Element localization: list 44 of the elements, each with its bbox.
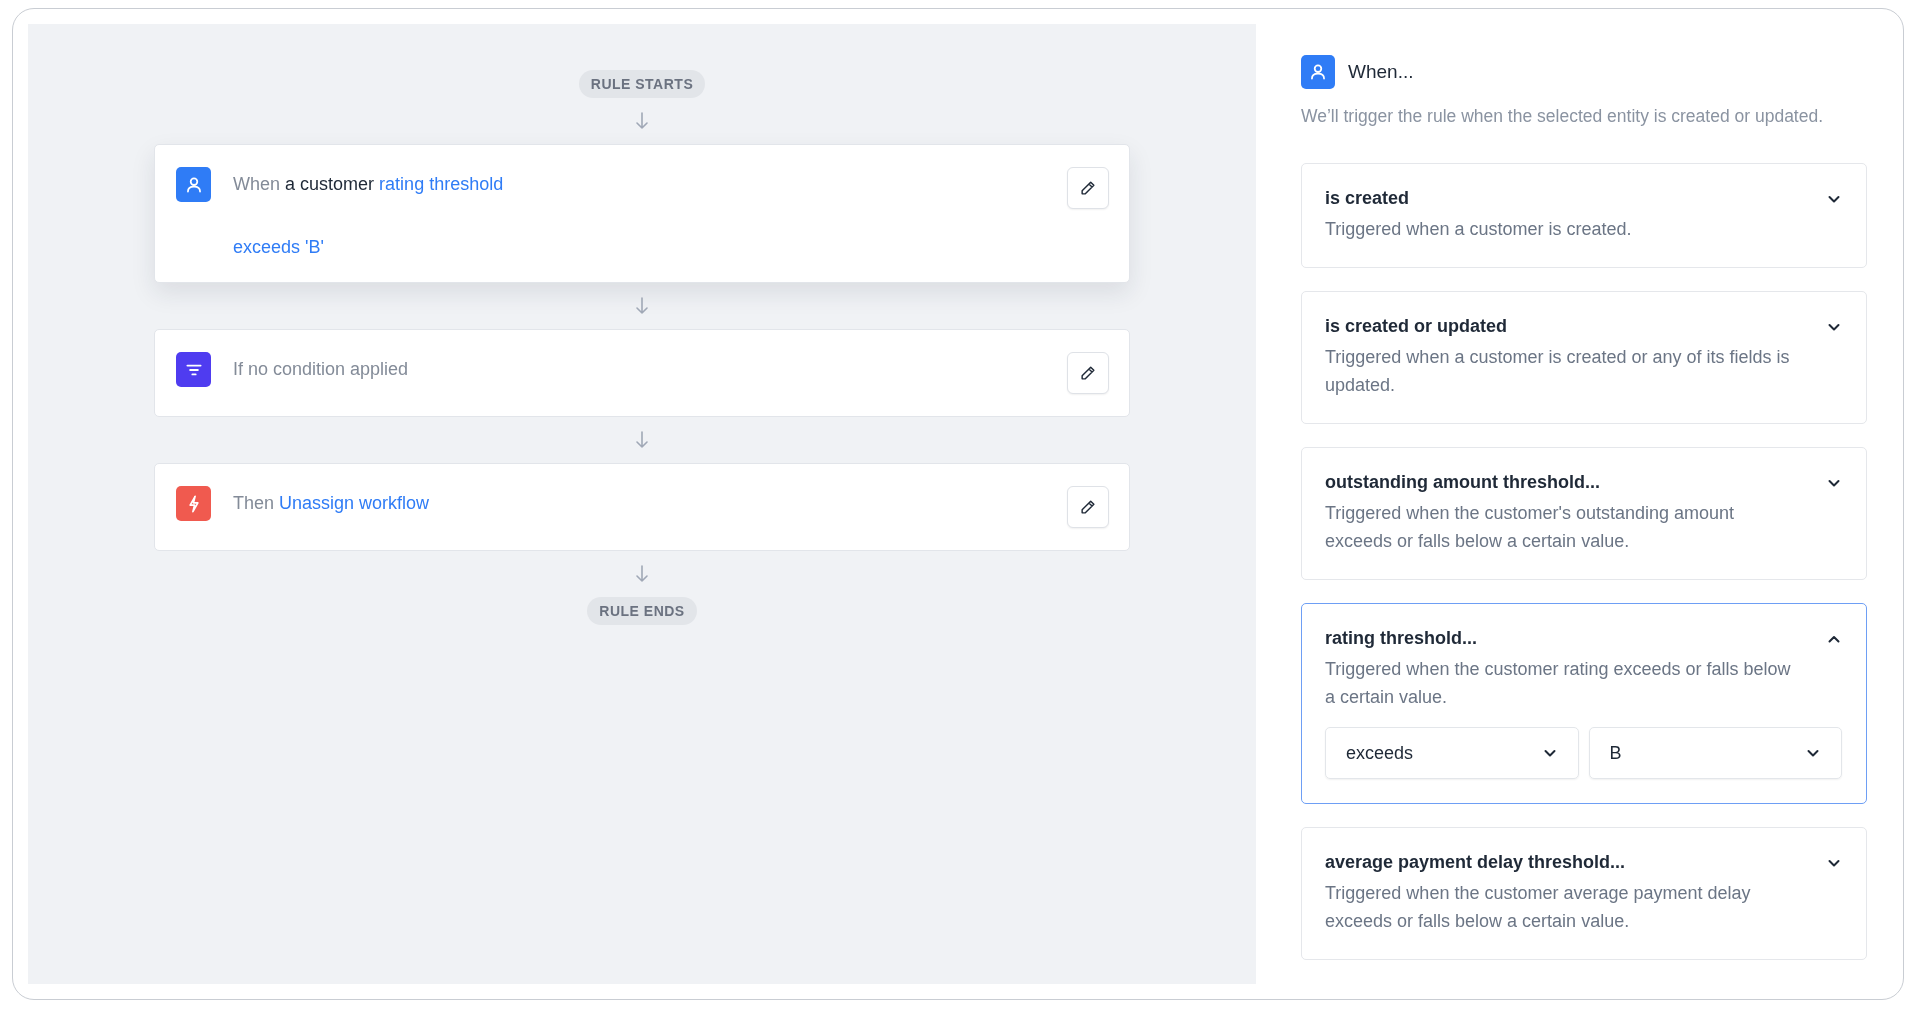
edit-button[interactable] [1067,352,1109,394]
down-arrow-icon [635,431,649,449]
option-title: average payment delay threshold... [1325,852,1626,873]
option-description: Triggered when the customer rating exceeds or falls below a certain value. [1325,658,1792,709]
lightning-icon [176,486,211,521]
pencil-icon [1079,364,1097,382]
step-link[interactable]: Unassign workflow [279,493,430,513]
down-arrow-icon [635,112,649,130]
dropdown-select[interactable]: B [1588,727,1842,779]
panel-subtitle: We’ll trigger the rule when the selected entity is created or updated. [1301,106,1825,127]
pencil-icon [1079,498,1097,516]
step-sentence: If no condition applied [233,359,409,380]
trigger-option-card[interactable]: average payment delay threshold... Triggered when the customer average payment delay exceeds or falls below a certain value. [1301,827,1867,960]
down-arrow-icon [635,297,649,315]
step-link[interactable]: rating threshold [379,174,504,194]
rule-step-card[interactable]: When a customer rating threshold exceeds 'B' [154,144,1130,283]
filter-icon [176,352,211,387]
rule-step-card[interactable]: If no condition applied [154,329,1130,417]
option-description: Triggered when the customer's outstanding amount exceeds or falls below a certain value. [1325,502,1735,553]
person-icon [1301,55,1335,89]
person-icon [176,167,211,202]
trigger-option-card[interactable]: rating threshold... Triggered when the customer rating exceeds or falls below a certain value. exceeds B [1301,603,1867,804]
option-description: Triggered when a customer is created or any of its fields is updated. [1325,346,1791,397]
step-sentence: When a customer rating threshold [233,174,504,195]
option-description: Triggered when the customer average payment delay exceeds or falls below a certain value. [1325,882,1752,933]
trigger-option-card[interactable]: is created Triggered when a customer is created. [1301,163,1867,268]
rule-step-card[interactable]: Then Unassign workflow [154,463,1130,551]
step-sentence: Then Unassign workflow [233,493,430,514]
step-detail: exceeds 'B' [233,237,325,258]
trigger-option-card[interactable]: is created or updated Triggered when a customer is created or any of its fields is updated. [1301,291,1867,424]
option-title: is created or updated [1325,316,1508,337]
option-description: Triggered when a customer is created. [1325,218,1633,241]
rule-start-label: RULE STARTS [578,70,706,98]
edit-button[interactable] [1067,167,1109,209]
pencil-icon [1079,179,1097,197]
option-title: rating threshold... [1325,628,1477,649]
option-title: outstanding amount threshold... [1325,472,1600,493]
panel-title: When... [1348,61,1414,83]
dropdown-select[interactable]: exceeds [1325,727,1579,779]
down-arrow-icon [635,565,649,583]
edit-button[interactable] [1067,486,1109,528]
rule-end-label: RULE ENDS [587,597,697,625]
option-title: is created [1325,188,1410,209]
trigger-option-card[interactable]: outstanding amount threshold... Triggered when the customer's outstanding amount exceeds or falls below a certain value. [1301,447,1867,580]
